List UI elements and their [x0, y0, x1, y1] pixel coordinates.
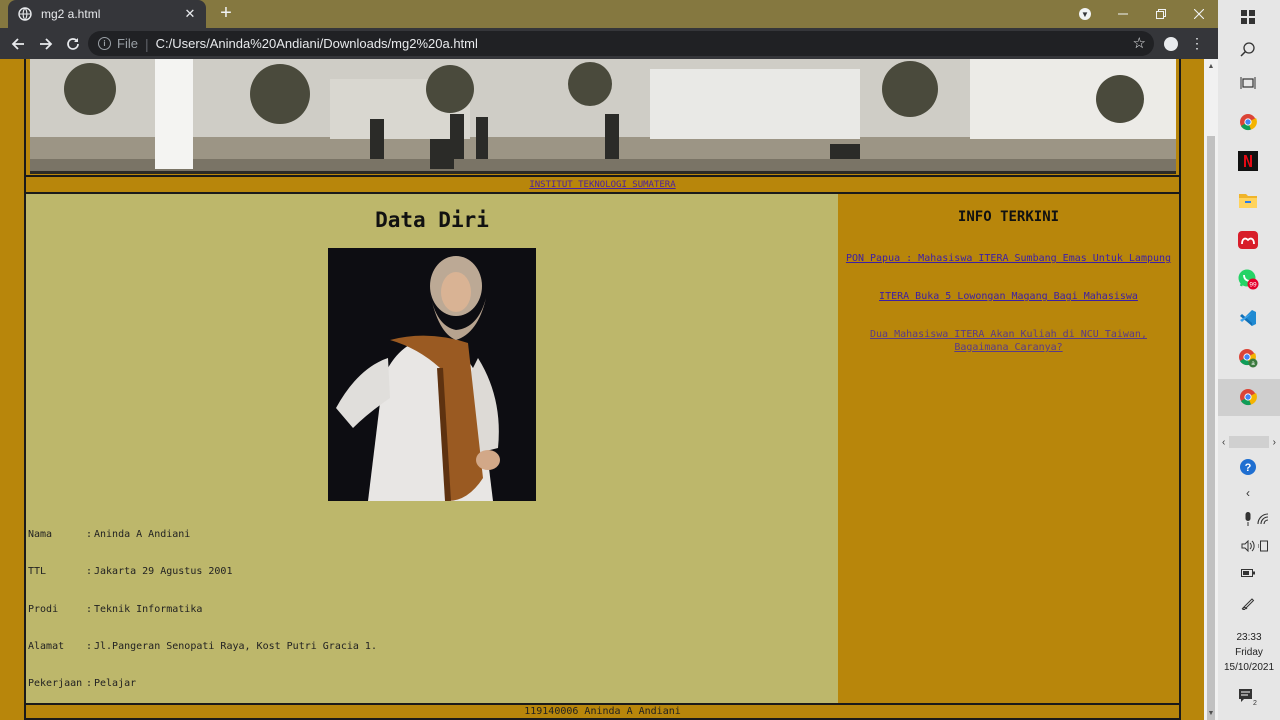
windows-taskbar: 99 a ‹ › ? ‹ 23:33 Friday 15/10/2021 2: [1218, 0, 1280, 720]
windows-start-icon[interactable]: [1237, 6, 1259, 28]
battery-icon[interactable]: [1237, 564, 1259, 582]
bio-colon: :: [86, 566, 93, 577]
close-window-icon[interactable]: [1180, 0, 1218, 28]
netflix-icon[interactable]: [1237, 150, 1259, 172]
news-link[interactable]: Dua Mahasiswa ITERA Akan Kuliah di NCU T…: [840, 328, 1177, 354]
page-viewport: INSTITUT TEKNOLOGI SUMATERA Data Diri Na…: [0, 59, 1204, 720]
menu-dots-icon[interactable]: ⋮: [1184, 31, 1210, 56]
news-link[interactable]: ITERA Buka 5 Lowongan Magang Bagi Mahasi…: [840, 290, 1177, 303]
chrome-profile-icon[interactable]: a: [1237, 347, 1259, 369]
bio-row: Nama: Aninda A Andiani: [28, 529, 190, 540]
clock-time: 23:33: [1236, 632, 1262, 643]
news-link[interactable]: PON Papua : Mahasiswa ITERA Sumbang Emas…: [840, 252, 1177, 265]
separator: |: [144, 35, 149, 52]
notification-icon[interactable]: 2: [1237, 688, 1259, 706]
info-icon[interactable]: i: [98, 37, 111, 50]
pen-icon[interactable]: [1237, 594, 1259, 612]
file-explorer-icon[interactable]: [1237, 189, 1259, 211]
whatsapp-icon[interactable]: 99: [1237, 268, 1259, 290]
bio-label: Pekerjaan: [28, 678, 83, 689]
campus-banner-image: [30, 59, 1176, 174]
page-scrollbar[interactable]: ▲ ▼: [1204, 59, 1218, 720]
vscode-icon[interactable]: [1237, 307, 1259, 329]
window-controls: ▼: [1066, 0, 1218, 28]
divider: [26, 175, 1179, 177]
bio-colon: :: [86, 678, 93, 689]
bookmark-star-icon[interactable]: ☆: [1133, 34, 1146, 52]
help-icon[interactable]: ?: [1237, 458, 1259, 476]
address-bar[interactable]: i File | C:/Users/Aninda%20Andiani/Downl…: [88, 31, 1154, 56]
svg-text:?: ?: [1245, 462, 1252, 474]
restore-icon[interactable]: [1142, 0, 1180, 28]
whatsapp-badge: 99: [1249, 282, 1257, 289]
news-title: INFO TERKINI: [957, 209, 1060, 225]
scroll-left-icon[interactable]: ‹: [1222, 437, 1225, 448]
bio-row: Prodi: Teknik Informatika: [28, 604, 202, 615]
close-tab-icon[interactable]: ✕: [182, 6, 198, 22]
mendeley-icon[interactable]: [1237, 229, 1259, 251]
forward-arrow-icon[interactable]: [33, 31, 59, 57]
bio-label: Prodi: [28, 604, 59, 615]
browser-toolbar: i File | C:/Users/Aninda%20Andiani/Downl…: [0, 28, 1218, 59]
footer-text: 119140006 Aninda A Andiani: [524, 706, 681, 717]
bio-value: Teknik Informatika: [94, 604, 203, 615]
bio-label: Nama: [28, 529, 53, 540]
back-arrow-icon[interactable]: [5, 31, 31, 57]
chrome-active-icon[interactable]: [1237, 386, 1259, 408]
bio-row: Alamat: Jl.Pangeran Senopati Raya, Kost P…: [28, 641, 377, 652]
clock[interactable]: 23:33 Friday 15/10/2021: [1218, 630, 1280, 675]
new-tab-button[interactable]: +: [216, 3, 236, 24]
page-title: Data Diri: [375, 208, 489, 232]
bio-row: Pekerjaan: Pelajar: [28, 678, 136, 689]
page-frame: INSTITUT TEKNOLOGI SUMATERA Data Diri Na…: [24, 59, 1181, 720]
globe-icon: [18, 7, 32, 21]
browser-tab[interactable]: mg2 a.html ✕: [8, 0, 206, 28]
taskbar-scroller[interactable]: ‹ ›: [1218, 434, 1280, 450]
scroll-right-icon[interactable]: ›: [1273, 437, 1276, 448]
main-content: Data Diri Nama: Aninda A Andiani TTL: J…: [26, 194, 838, 703]
bio-row: TTL: Jakarta 29 Agustus 2001: [28, 566, 232, 577]
chevron-left-icon[interactable]: ‹: [1237, 484, 1259, 502]
task-view-icon[interactable]: [1237, 72, 1259, 94]
scheme-label: File: [117, 36, 138, 51]
scrollbar-thumb[interactable]: [1207, 136, 1215, 720]
bio-colon: :: [86, 529, 93, 540]
profile-menu-icon[interactable]: ▼: [1066, 0, 1104, 28]
title-bar: mg2 a.html ✕ + ▼: [0, 0, 1218, 28]
account-icon[interactable]: [1158, 31, 1184, 56]
profile-photo: [328, 248, 536, 501]
reload-icon[interactable]: [60, 31, 86, 57]
bio-colon: :: [86, 604, 93, 615]
scroll-up-icon[interactable]: ▲: [1204, 59, 1218, 73]
scroll-down-icon[interactable]: ▼: [1204, 706, 1218, 720]
toolbar-actions: ⋮: [1158, 31, 1210, 56]
wifi-icon[interactable]: [1253, 510, 1275, 528]
bio-value: Jakarta 29 Agustus 2001: [94, 566, 233, 577]
url-text[interactable]: C:/Users/Aninda%20Andiani/Downloads/mg2%…: [156, 36, 478, 51]
institute-link[interactable]: INSTITUT TEKNOLOGI SUMATERA: [26, 178, 1179, 192]
clock-day: Friday: [1235, 647, 1263, 658]
clock-date: 15/10/2021: [1223, 662, 1275, 673]
chrome-icon[interactable]: [1237, 111, 1259, 133]
search-icon[interactable]: [1237, 39, 1259, 61]
device-icon[interactable]: [1253, 537, 1275, 555]
bio-label: TTL: [28, 566, 47, 577]
notification-count: 2: [1253, 700, 1257, 706]
bio-value: Aninda A Andiani: [94, 529, 191, 540]
news-sidebar: INFO TERKINI PON Papua : Mahasiswa ITERA…: [838, 194, 1179, 703]
bio-value: Jl.Pangeran Senopati Raya, Kost Putri Gr…: [94, 641, 377, 652]
bio-value: Pelajar: [94, 678, 137, 689]
bio-label: Alamat: [28, 641, 65, 652]
browser-window: mg2 a.html ✕ + ▼ i File | C:/Users/Anind…: [0, 0, 1218, 720]
bio-colon: :: [86, 641, 93, 652]
minimize-icon[interactable]: [1104, 0, 1142, 28]
tab-title: mg2 a.html: [41, 7, 101, 21]
